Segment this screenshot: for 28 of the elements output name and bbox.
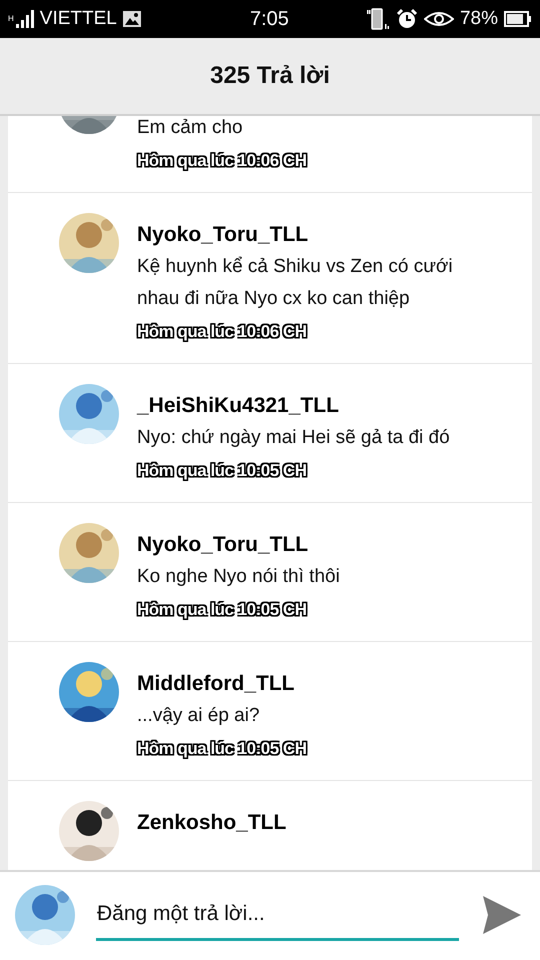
reply-message: Em cảm cho	[137, 116, 244, 140]
username: Middleford_TLL	[137, 671, 296, 697]
reply-timestamp: Hôm qua lúc 10:06 CH	[137, 150, 306, 173]
vibrate-icon	[366, 8, 390, 30]
reply-timestamp: Hôm qua lúc 10:06 CH	[137, 321, 308, 344]
reply-message: ...vậy ai ép ai?	[137, 704, 261, 728]
username: Nyoko_Toru_TLL	[137, 222, 310, 248]
battery-percent: 78%	[460, 6, 498, 31]
battery-icon	[504, 11, 532, 27]
carrier-name: VIETTEL	[40, 6, 117, 31]
signal-icon	[16, 10, 36, 28]
username: Nyoko_Toru_TLL	[137, 532, 310, 558]
clock: 7:05	[250, 7, 289, 32]
username: Zenkosho_TLL	[137, 810, 286, 836]
reply-timestamp: Hôm qua lúc 10:05 CH	[137, 738, 306, 761]
alarm-clock-icon	[396, 8, 418, 30]
network-type: H	[8, 15, 14, 23]
reply-message: Ko nghe Nyo nói thì thôi	[137, 565, 340, 589]
page-title: 325 Trả lời	[210, 61, 330, 91]
reply-message: Nyo: chứ ngày mai Hei sẽ gả ta đi đó	[137, 426, 450, 450]
reply-timestamp: Hôm qua lúc 10:05 CH	[137, 460, 308, 483]
send-icon	[483, 896, 521, 934]
eye-icon	[424, 11, 454, 27]
reply-timestamp: Hôm qua lúc 10:05 CH	[137, 599, 308, 622]
username: _HeiShiKu4321_TLL	[137, 393, 340, 419]
reply-message: Kệ huynh kể cả Shiku vs Zen có cưới nhau đi nữa Nyo cx ko can thiệp	[137, 255, 454, 311]
send-button[interactable]	[482, 895, 522, 935]
image-icon	[122, 11, 141, 27]
